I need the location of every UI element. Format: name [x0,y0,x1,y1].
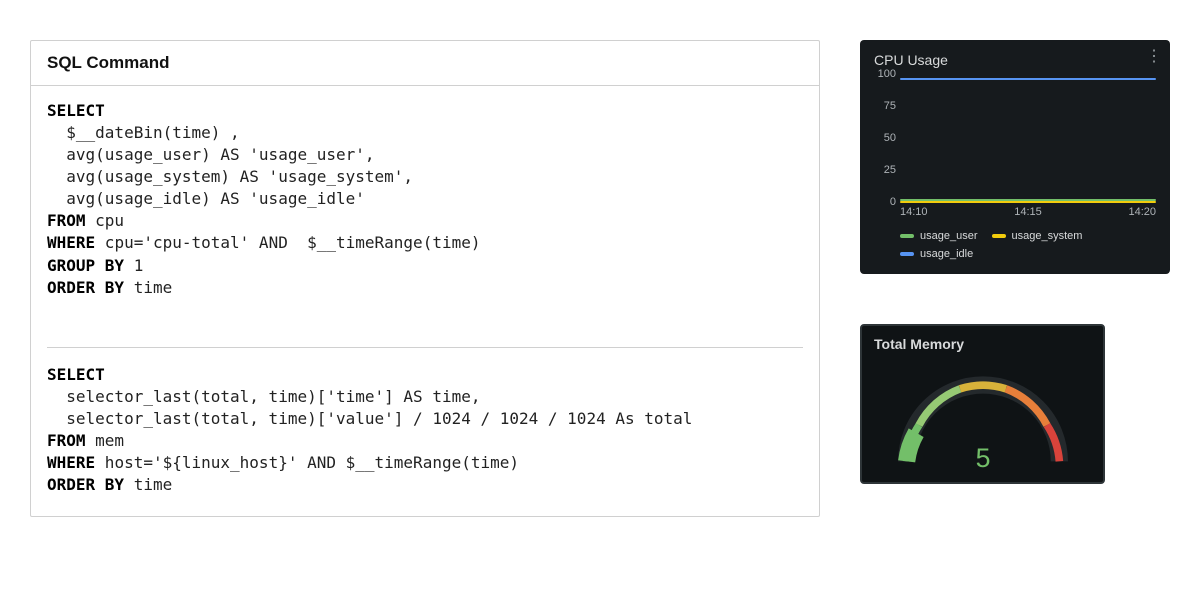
total-memory-title: Total Memory [874,336,1091,352]
sql-line: host='${linux_host}' AND $__timeRange(ti… [95,453,519,472]
legend-swatch-icon [992,234,1006,238]
cpu-usage-chart: 100 75 50 25 0 14:10 14:15 14:20 [874,74,1156,222]
sql-line: avg(usage_idle) AS 'usage_idle' [47,189,365,208]
kw-select: SELECT [47,101,105,120]
legend-label: usage_user [920,230,978,242]
sql-line: cpu [86,211,125,230]
total-memory-panel: Total Memory 5 [860,324,1105,484]
sql-divider: SELECT selector_last(total, time)['time'… [47,347,803,496]
cpu-usage-plot: 100 75 50 25 0 [900,74,1156,202]
gauge-value: 5 [975,443,990,473]
legend-item[interactable]: usage_user [900,230,978,242]
ytick: 75 [874,100,896,112]
legend-label: usage_system [1012,230,1083,242]
legend-label: usage_idle [920,248,973,260]
gauge-wrap: 5 [874,356,1091,476]
sql-panel: SQL Command SELECT $__dateBin(time) , av… [30,40,820,517]
sql-panel-header: SQL Command [31,41,819,86]
sql-line: time [124,278,172,297]
gauge-fill [906,433,916,462]
cpu-usage-legend: usage_user usage_system usage_idle [900,230,1156,260]
cpu-usage-title: CPU Usage [874,52,1156,68]
kw-where: WHERE [47,233,95,252]
sql-panel-body: SELECT $__dateBin(time) , avg(usage_user… [31,86,819,516]
kw-select: SELECT [47,365,105,384]
xtick: 14:20 [1128,206,1156,218]
ytick: 100 [874,68,896,80]
cpu-usage-panel: ⋮ CPU Usage 100 75 50 25 0 14:10 14:15 1… [860,40,1170,274]
legend-swatch-icon [900,252,914,256]
xtick: 14:15 [1014,206,1042,218]
legend-item[interactable]: usage_system [992,230,1083,242]
kw-from: FROM [47,211,86,230]
legend-item[interactable]: usage_idle [900,248,973,260]
ytick: 0 [874,196,896,208]
sql-line: selector_last(total, time)['value'] / 10… [47,409,692,428]
legend-swatch-icon [900,234,914,238]
sql-line: cpu='cpu-total' AND $__timeRange(time) [95,233,480,252]
xtick: 14:10 [900,206,928,218]
panel-menu-icon[interactable]: ⋮ [1144,46,1164,66]
sql-line: time [124,475,172,494]
series-usage-idle [900,78,1156,80]
sql-line: avg(usage_user) AS 'usage_user', [47,145,375,164]
kw-where: WHERE [47,453,95,472]
kw-orderby: ORDER BY [47,475,124,494]
gauge-icon: 5 [878,356,1088,476]
ytick: 50 [874,132,896,144]
kw-from: FROM [47,431,86,450]
kw-groupby: GROUP BY [47,256,124,275]
sql-line: $__dateBin(time) , [47,123,240,142]
sql-line: avg(usage_system) AS 'usage_system', [47,167,413,186]
sql-line: selector_last(total, time)['time'] AS ti… [47,387,480,406]
sql-line: mem [86,431,125,450]
ytick: 25 [874,164,896,176]
sql-line: 1 [124,256,143,275]
kw-orderby: ORDER BY [47,278,124,297]
cpu-usage-xaxis: 14:10 14:15 14:20 [900,206,1156,218]
series-usage-system [900,201,1156,203]
